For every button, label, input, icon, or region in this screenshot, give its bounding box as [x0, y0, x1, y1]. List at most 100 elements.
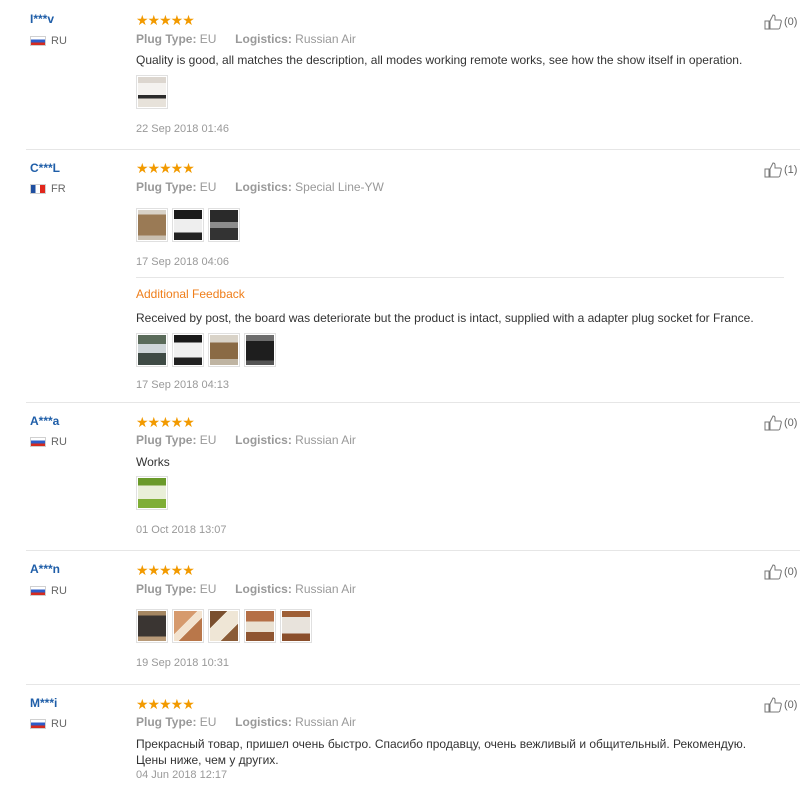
plug-type-label: Plug Type: [136, 32, 197, 46]
logistics-label: Logistics: [235, 433, 292, 447]
thumbs-up-icon [764, 14, 782, 30]
helpful-count: (0) [784, 699, 798, 711]
logistics-label: Logistics: [235, 180, 292, 194]
star-rating: ★★★★★ [136, 12, 195, 28]
helpful-button[interactable]: (0) [764, 14, 797, 30]
helpful-count: (1) [784, 164, 798, 176]
plug-type-label: Plug Type: [136, 433, 197, 447]
additional-feedback-text: Received by post, the board was deterior… [136, 311, 754, 325]
helpful-button[interactable]: (0) [764, 564, 797, 580]
reviewer-country: RU [30, 718, 67, 730]
reviewer-name[interactable]: M***i [30, 696, 57, 710]
review-photo[interactable] [244, 333, 276, 367]
review-divider [26, 149, 800, 150]
additional-photos [136, 333, 276, 367]
additional-feedback-heading: Additional Feedback [136, 287, 245, 301]
review-photo[interactable] [136, 609, 168, 643]
reviewer-country: FR [30, 183, 66, 195]
order-info: Plug Type: EU Logistics: Russian Air [136, 582, 356, 596]
reviewer-country: RU [30, 436, 67, 448]
order-info: Plug Type: EU Logistics: Russian Air [136, 32, 356, 46]
helpful-count: (0) [784, 417, 798, 429]
review-date: 19 Sep 2018 10:31 [136, 657, 229, 669]
plug-type-value: EU [199, 32, 217, 46]
reviewer-country: RU [30, 585, 67, 597]
star-rating: ★★★★★ [136, 160, 195, 176]
review-photo[interactable] [136, 75, 168, 109]
helpful-count: (0) [784, 566, 798, 578]
review-photo[interactable] [136, 476, 168, 510]
review-feed: I***v RU ★★★★★ Plug Type: EU Logistics: … [0, 0, 800, 800]
thumbs-up-icon [764, 564, 782, 580]
review-photo[interactable] [208, 333, 240, 367]
review-divider [26, 550, 800, 551]
review-divider [26, 684, 800, 685]
review-photo[interactable] [280, 609, 312, 643]
russia-flag-icon [30, 719, 46, 729]
reviewer-country: RU [30, 35, 67, 47]
review-date: 01 Oct 2018 13:07 [136, 524, 227, 536]
review-photos [136, 75, 168, 109]
country-code: RU [51, 35, 67, 47]
review-photo[interactable] [172, 333, 204, 367]
review-text: Прекрасный товар, пришел очень быстро. С… [136, 737, 747, 767]
helpful-button[interactable]: (1) [764, 162, 797, 178]
logistics-label: Logistics: [235, 32, 292, 46]
review-photo[interactable] [208, 208, 240, 242]
helpful-button[interactable]: (0) [764, 415, 797, 431]
review-date: 22 Sep 2018 01:46 [136, 123, 229, 135]
review-photos [136, 476, 168, 510]
reviewer-name[interactable]: A***a [30, 414, 59, 428]
country-code: RU [51, 436, 67, 448]
logistics-value: Russian Air [295, 32, 356, 46]
country-code: FR [51, 183, 66, 195]
country-code: RU [51, 585, 67, 597]
review-photo[interactable] [136, 208, 168, 242]
plug-type-label: Plug Type: [136, 180, 197, 194]
russia-flag-icon [30, 36, 46, 46]
plug-type-label: Plug Type: [136, 715, 197, 729]
country-code: RU [51, 718, 67, 730]
additional-date: 17 Sep 2018 04:13 [136, 379, 229, 391]
france-flag-icon [30, 184, 46, 194]
reviewer-name[interactable]: A***n [30, 562, 60, 576]
russia-flag-icon [30, 586, 46, 596]
review-photos [136, 208, 240, 242]
reviewer-name[interactable]: I***v [30, 12, 54, 26]
review-date: 04 Jun 2018 12:17 [136, 769, 228, 781]
review-text: Quality is good, all matches the descrip… [136, 53, 743, 67]
logistics-value: Russian Air [295, 582, 356, 596]
logistics-label: Logistics: [235, 582, 292, 596]
thumbs-up-icon [764, 415, 782, 431]
logistics-value: Russian Air [295, 715, 356, 729]
review-photo[interactable] [172, 208, 204, 242]
helpful-button[interactable]: (0) [764, 697, 797, 713]
plug-type-label: Plug Type: [136, 582, 197, 596]
review-date: 17 Sep 2018 04:06 [136, 256, 229, 268]
logistics-value: Special Line-YW [295, 180, 384, 194]
star-rating: ★★★★★ [136, 562, 195, 578]
reviewer-name[interactable]: C***L [30, 161, 60, 175]
review-text: Works [136, 455, 170, 469]
logistics-value: Russian Air [295, 433, 356, 447]
review-photo[interactable] [136, 333, 168, 367]
star-rating: ★★★★★ [136, 696, 195, 712]
plug-type-value: EU [199, 715, 217, 729]
plug-type-value: EU [199, 582, 217, 596]
review-photo[interactable] [172, 609, 204, 643]
review-photo[interactable] [244, 609, 276, 643]
russia-flag-icon [30, 437, 46, 447]
additional-divider [136, 277, 784, 278]
star-rating: ★★★★★ [136, 414, 195, 430]
review-photo[interactable] [208, 609, 240, 643]
order-info: Plug Type: EU Logistics: Russian Air [136, 715, 356, 729]
order-info: Plug Type: EU Logistics: Russian Air [136, 433, 356, 447]
plug-type-value: EU [199, 180, 217, 194]
review-divider [26, 402, 800, 403]
thumbs-up-icon [764, 162, 782, 178]
thumbs-up-icon [764, 697, 782, 713]
review-photos [136, 609, 312, 643]
logistics-label: Logistics: [235, 715, 292, 729]
plug-type-value: EU [199, 433, 217, 447]
helpful-count: (0) [784, 16, 798, 28]
